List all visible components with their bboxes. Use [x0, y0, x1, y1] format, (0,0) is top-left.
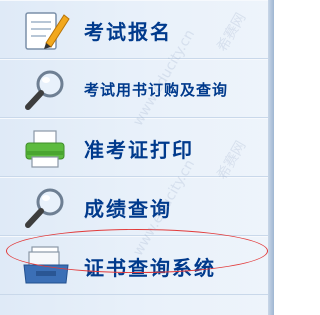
pencil-notepad-icon	[25, 12, 70, 50]
magnifier-icon	[25, 188, 64, 228]
menu-item-label: 考试报名	[84, 20, 172, 44]
scrollbar-edge	[268, 0, 274, 315]
magnifier-icon	[25, 70, 64, 110]
printer-icon	[25, 130, 65, 168]
menu-item-score-query[interactable]: 成绩查询	[0, 177, 274, 236]
